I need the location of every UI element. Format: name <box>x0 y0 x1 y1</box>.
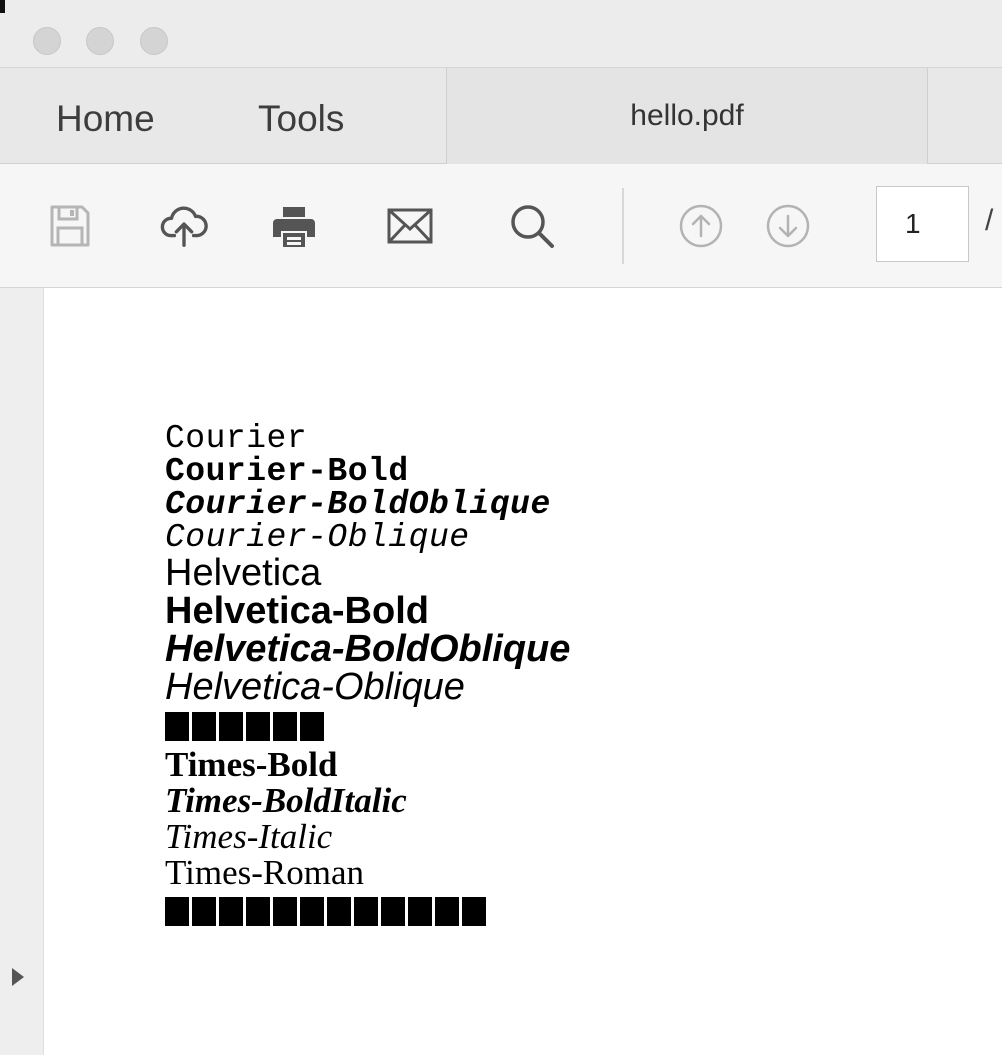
previous-page-button[interactable] <box>677 202 725 250</box>
missing-glyph-box <box>300 712 324 741</box>
missing-glyph-box <box>192 897 216 926</box>
missing-glyph-box <box>435 897 459 926</box>
font-line: Times-BoldItalic <box>165 781 407 820</box>
page-number-input[interactable]: 1 <box>876 186 969 262</box>
upload-button[interactable] <box>160 202 208 250</box>
document-tab-label: hello.pdf <box>630 99 744 132</box>
tab-bar: Home Tools hello.pdf <box>0 68 1002 164</box>
missing-glyph-box <box>165 712 189 741</box>
missing-glyph-box <box>246 897 270 926</box>
font-line: Courier-Oblique <box>165 519 470 556</box>
email-button[interactable] <box>386 202 434 250</box>
font-line: Helvetica-Bold <box>165 590 429 632</box>
font-line: Courier <box>165 420 308 457</box>
font-line: Times-Roman <box>165 853 365 892</box>
missing-glyph-box <box>327 897 351 926</box>
expand-panel-icon[interactable] <box>12 968 24 986</box>
page-count-separator: / <box>985 204 994 237</box>
window-titlebar <box>0 0 1002 68</box>
missing-glyph-box <box>408 897 432 926</box>
font-line: Times-Italic <box>165 817 333 856</box>
font-line: Times-Bold <box>165 745 338 784</box>
missing-glyph-box <box>273 897 297 926</box>
font-line: Courier-BoldOblique <box>165 486 551 523</box>
tab-document[interactable]: hello.pdf <box>446 68 928 164</box>
upload-cloud-icon <box>160 206 208 247</box>
missing-glyph-box <box>273 712 297 741</box>
next-page-button[interactable] <box>764 202 812 250</box>
email-icon <box>387 208 433 244</box>
missing-glyph-box <box>192 712 216 741</box>
font-line: Helvetica <box>165 552 322 594</box>
missing-glyph-box <box>381 897 405 926</box>
page-number-value: 1 <box>905 208 921 239</box>
missing-glyph-run <box>165 712 570 741</box>
missing-glyph-box <box>219 897 243 926</box>
pdf-page-content: Courier Courier-Bold Courier-BoldOblique… <box>165 422 570 932</box>
close-window-button[interactable] <box>33 27 61 55</box>
missing-glyph-box <box>354 897 378 926</box>
font-line: Helvetica-BoldOblique <box>165 628 571 670</box>
window-corner-mark <box>0 0 5 13</box>
search-button[interactable] <box>508 202 556 250</box>
page-down-icon <box>766 204 810 248</box>
search-icon <box>511 205 554 248</box>
missing-glyph-box <box>165 897 189 926</box>
document-viewport[interactable]: Courier Courier-Bold Courier-BoldOblique… <box>0 288 1002 1055</box>
font-line: Helvetica-Oblique <box>165 666 465 708</box>
missing-glyph-box <box>246 712 270 741</box>
missing-glyph-box <box>462 897 486 926</box>
print-icon <box>273 207 315 247</box>
zoom-window-button[interactable] <box>140 27 168 55</box>
missing-glyph-run <box>165 897 570 926</box>
save-button[interactable] <box>46 202 94 250</box>
font-line: Courier-Bold <box>165 453 409 490</box>
toolbar-separator <box>622 188 624 264</box>
navigation-rail <box>0 288 44 1055</box>
print-button[interactable] <box>270 202 318 250</box>
minimize-window-button[interactable] <box>86 27 114 55</box>
tab-home[interactable]: Home <box>56 98 155 140</box>
page-up-icon <box>679 204 723 248</box>
tab-tools[interactable]: Tools <box>258 98 344 140</box>
missing-glyph-box <box>300 897 324 926</box>
toolbar: 1 / <box>0 164 1002 288</box>
save-icon <box>50 205 90 247</box>
missing-glyph-box <box>219 712 243 741</box>
